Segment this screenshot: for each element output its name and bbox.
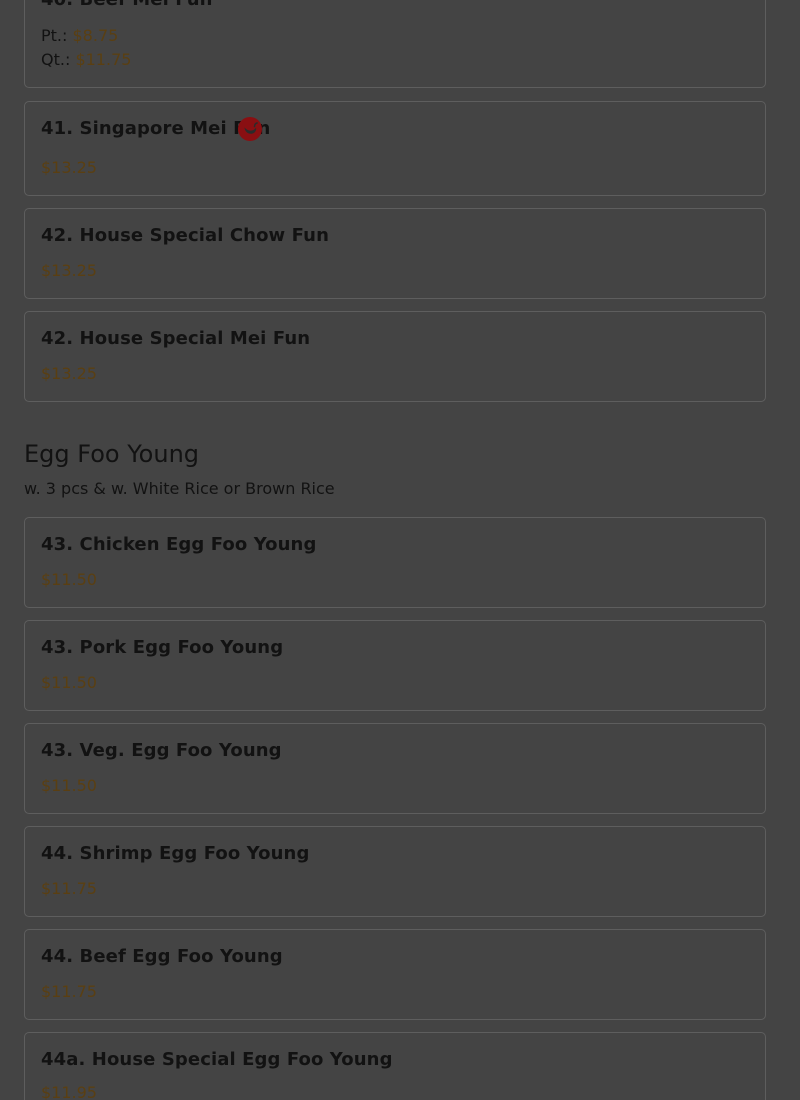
spicy-pepper-icon [238,117,262,141]
section-title: Egg Foo Young [24,440,200,468]
menu-item-card[interactable]: 40. Beef Mei Fun Pt.: $8.75 Qt.: $11.75 [24,0,766,88]
menu-item-card[interactable]: 42. House Special Chow Fun $13.25 [24,208,766,299]
menu-item-card[interactable]: 44. Shrimp Egg Foo Young $11.75 [24,826,766,917]
menu-page: 40. Beef Mei Fun Pt.: $8.75 Qt.: $11.75 … [0,0,800,1100]
item-price: $13.25 [41,364,97,383]
item-price: $11.75 [41,982,97,1001]
item-price: $13.25 [41,158,97,177]
item-name: 43. Pork Egg Foo Young [41,637,284,658]
item-price: $11.50 [41,776,97,795]
item-price-pint: Pt.: $8.75 [41,26,118,45]
item-price: $11.75 [41,879,97,898]
price-value: $8.75 [72,26,119,45]
menu-item-card[interactable]: 43. Pork Egg Foo Young $11.50 [24,620,766,711]
menu-item-card[interactable]: 44. Beef Egg Foo Young $11.75 [24,929,766,1020]
item-name: 40. Beef Mei Fun [41,0,213,10]
item-name: 44. Beef Egg Foo Young [41,946,283,967]
item-price: $11.95 [41,1083,97,1100]
item-name: 41. Singapore Mei Fun [41,118,271,139]
item-name: 44. Shrimp Egg Foo Young [41,843,310,864]
item-price: $13.25 [41,261,97,280]
menu-item-card[interactable]: 43. Chicken Egg Foo Young $11.50 [24,517,766,608]
item-name: 42. House Special Mei Fun [41,328,311,349]
menu-item-card[interactable]: 42. House Special Mei Fun $13.25 [24,311,766,402]
price-value: $11.75 [75,50,132,69]
item-name: 42. House Special Chow Fun [41,225,329,246]
menu-item-card[interactable]: 41. Singapore Mei Fun $13.25 [24,101,766,196]
item-price: $11.50 [41,570,97,589]
price-label: Pt.: [41,26,68,45]
item-price-quart: Qt.: $11.75 [41,50,131,69]
item-name: 43. Chicken Egg Foo Young [41,534,317,555]
menu-item-card[interactable]: 44a. House Special Egg Foo Young $11.95 [24,1032,766,1100]
item-name: 44a. House Special Egg Foo Young [41,1049,393,1070]
price-label: Qt.: [41,50,71,69]
item-name: 43. Veg. Egg Foo Young [41,740,282,761]
item-price: $11.50 [41,673,97,692]
menu-item-card[interactable]: 43. Veg. Egg Foo Young $11.50 [24,723,766,814]
section-subtitle: w. 3 pcs & w. White Rice or Brown Rice [24,479,335,498]
